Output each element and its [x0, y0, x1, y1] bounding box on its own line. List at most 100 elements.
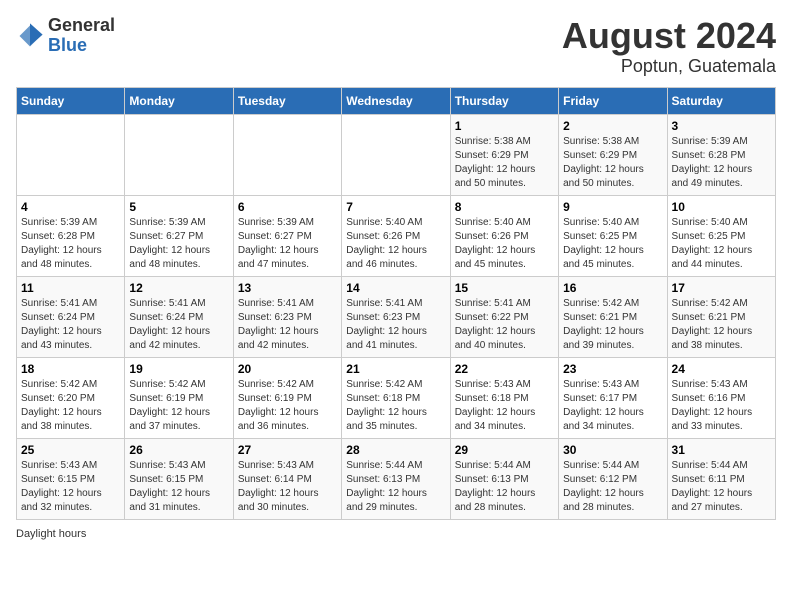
calendar-cell: 18 Sunrise: 5:42 AM Sunset: 6:20 PM Dayli… — [17, 357, 125, 438]
day-number: 16 — [563, 281, 662, 295]
day-number: 10 — [672, 200, 771, 214]
day-header-sunday: Sunday — [17, 87, 125, 114]
day-info: Sunrise: 5:41 AM Sunset: 6:24 PM Dayligh… — [21, 297, 120, 353]
daylight-label: Daylight hours — [16, 528, 86, 540]
calendar-cell: 9 Sunrise: 5:40 AM Sunset: 6:25 PM Daylig… — [559, 195, 667, 276]
calendar-cell: 6Sunrise: 5:39 AM Sunset: 6:27 PM Daylig… — [233, 195, 341, 276]
day-number: 7 — [346, 200, 445, 214]
day-number: 8 — [455, 200, 554, 214]
calendar-cell: 2Sunrise: 5:38 AM Sunset: 6:29 PM Daylig… — [559, 114, 667, 195]
page-header: General Blue August 2024 Poptun, Guatema… — [16, 16, 776, 77]
calendar-cell: 24 Sunrise: 5:43 AM Sunset: 6:16 PM Dayli… — [667, 357, 775, 438]
calendar-cell: 14 Sunrise: 5:41 AM Sunset: 6:23 PM Dayli… — [342, 276, 450, 357]
day-number: 24 — [672, 362, 771, 376]
calendar-cell: 4Sunrise: 5:39 AM Sunset: 6:28 PM Daylig… — [17, 195, 125, 276]
calendar-cell — [233, 114, 341, 195]
calendar-header: SundayMondayTuesdayWednesdayThursdayFrid… — [17, 87, 776, 114]
day-number: 13 — [238, 281, 337, 295]
calendar-cell: 30Sunrise: 5:44 AM Sunset: 6:12 PM Dayli… — [559, 438, 667, 519]
page-title: August 2024 — [562, 16, 776, 56]
calendar-week-4: 18 Sunrise: 5:42 AM Sunset: 6:20 PM Dayli… — [17, 357, 776, 438]
day-info: Sunrise: 5:42 AM Sunset: 6:18 PM Dayligh… — [346, 378, 445, 434]
calendar-cell: 1 Sunrise: 5:38 AM Sunset: 6:29 PM Daylig… — [450, 114, 558, 195]
day-info: Sunrise: 5:40 AM Sunset: 6:25 PM Dayligh… — [563, 216, 662, 272]
day-number: 31 — [672, 443, 771, 457]
day-info: Sunrise: 5:43 AM Sunset: 6:17 PM Dayligh… — [563, 378, 662, 434]
calendar-body: 1 Sunrise: 5:38 AM Sunset: 6:29 PM Daylig… — [17, 114, 776, 519]
day-number: 14 — [346, 281, 445, 295]
day-number: 9 — [563, 200, 662, 214]
day-info: Sunrise: 5:43 AM Sunset: 6:16 PM Dayligh… — [672, 378, 771, 434]
logo-general: General — [48, 16, 115, 36]
calendar-week-3: 11Sunrise: 5:41 AM Sunset: 6:24 PM Dayli… — [17, 276, 776, 357]
day-info: Sunrise: 5:40 AM Sunset: 6:25 PM Dayligh… — [672, 216, 771, 272]
day-number: 30 — [563, 443, 662, 457]
day-number: 17 — [672, 281, 771, 295]
calendar-cell: 21 Sunrise: 5:42 AM Sunset: 6:18 PM Dayli… — [342, 357, 450, 438]
day-info: Sunrise: 5:42 AM Sunset: 6:19 PM Dayligh… — [238, 378, 337, 434]
calendar-cell: 25 Sunrise: 5:43 AM Sunset: 6:15 PM Dayli… — [17, 438, 125, 519]
day-number: 21 — [346, 362, 445, 376]
day-info: Sunrise: 5:39 AM Sunset: 6:28 PM Dayligh… — [672, 135, 771, 191]
logo: General Blue — [16, 16, 115, 56]
logo-blue: Blue — [48, 36, 115, 56]
day-number: 4 — [21, 200, 120, 214]
day-number: 15 — [455, 281, 554, 295]
day-info: Sunrise: 5:41 AM Sunset: 6:23 PM Dayligh… — [238, 297, 337, 353]
calendar-week-2: 4Sunrise: 5:39 AM Sunset: 6:28 PM Daylig… — [17, 195, 776, 276]
calendar-cell: 19Sunrise: 5:42 AM Sunset: 6:19 PM Dayli… — [125, 357, 233, 438]
day-number: 22 — [455, 362, 554, 376]
calendar-cell: 3 Sunrise: 5:39 AM Sunset: 6:28 PM Daylig… — [667, 114, 775, 195]
calendar-cell: 16 Sunrise: 5:42 AM Sunset: 6:21 PM Dayli… — [559, 276, 667, 357]
calendar-cell: 17 Sunrise: 5:42 AM Sunset: 6:21 PM Dayli… — [667, 276, 775, 357]
day-info: Sunrise: 5:41 AM Sunset: 6:23 PM Dayligh… — [346, 297, 445, 353]
calendar-cell: 10 Sunrise: 5:40 AM Sunset: 6:25 PM Dayli… — [667, 195, 775, 276]
day-number: 23 — [563, 362, 662, 376]
calendar-cell: 13 Sunrise: 5:41 AM Sunset: 6:23 PM Dayli… — [233, 276, 341, 357]
logo-icon — [16, 22, 44, 50]
day-info: Sunrise: 5:41 AM Sunset: 6:24 PM Dayligh… — [129, 297, 228, 353]
day-info: Sunrise: 5:43 AM Sunset: 6:15 PM Dayligh… — [129, 459, 228, 515]
day-info: Sunrise: 5:44 AM Sunset: 6:11 PM Dayligh… — [672, 459, 771, 515]
calendar-cell: 22 Sunrise: 5:43 AM Sunset: 6:18 PM Dayli… — [450, 357, 558, 438]
footer-note: Daylight hours — [16, 528, 776, 540]
calendar-cell: 7 Sunrise: 5:40 AM Sunset: 6:26 PM Daylig… — [342, 195, 450, 276]
calendar-cell: 29 Sunrise: 5:44 AM Sunset: 6:13 PM Dayli… — [450, 438, 558, 519]
day-header-wednesday: Wednesday — [342, 87, 450, 114]
day-headers-row: SundayMondayTuesdayWednesdayThursdayFrid… — [17, 87, 776, 114]
day-info: Sunrise: 5:42 AM Sunset: 6:20 PM Dayligh… — [21, 378, 120, 434]
day-number: 3 — [672, 119, 771, 133]
day-info: Sunrise: 5:42 AM Sunset: 6:21 PM Dayligh… — [563, 297, 662, 353]
day-number: 25 — [21, 443, 120, 457]
calendar-cell: 20 Sunrise: 5:42 AM Sunset: 6:19 PM Dayli… — [233, 357, 341, 438]
day-number: 28 — [346, 443, 445, 457]
day-info: Sunrise: 5:43 AM Sunset: 6:15 PM Dayligh… — [21, 459, 120, 515]
calendar-cell — [342, 114, 450, 195]
calendar-cell: 15Sunrise: 5:41 AM Sunset: 6:22 PM Dayli… — [450, 276, 558, 357]
day-info: Sunrise: 5:43 AM Sunset: 6:18 PM Dayligh… — [455, 378, 554, 434]
calendar-cell: 12Sunrise: 5:41 AM Sunset: 6:24 PM Dayli… — [125, 276, 233, 357]
day-number: 29 — [455, 443, 554, 457]
day-header-thursday: Thursday — [450, 87, 558, 114]
day-number: 1 — [455, 119, 554, 133]
day-info: Sunrise: 5:38 AM Sunset: 6:29 PM Dayligh… — [563, 135, 662, 191]
day-number: 27 — [238, 443, 337, 457]
day-info: Sunrise: 5:42 AM Sunset: 6:21 PM Dayligh… — [672, 297, 771, 353]
day-info: Sunrise: 5:38 AM Sunset: 6:29 PM Dayligh… — [455, 135, 554, 191]
day-info: Sunrise: 5:42 AM Sunset: 6:19 PM Dayligh… — [129, 378, 228, 434]
day-header-tuesday: Tuesday — [233, 87, 341, 114]
calendar-cell: 5Sunrise: 5:39 AM Sunset: 6:27 PM Daylig… — [125, 195, 233, 276]
calendar-table: SundayMondayTuesdayWednesdayThursdayFrid… — [16, 87, 776, 520]
day-info: Sunrise: 5:44 AM Sunset: 6:13 PM Dayligh… — [346, 459, 445, 515]
day-header-friday: Friday — [559, 87, 667, 114]
title-block: August 2024 Poptun, Guatemala — [562, 16, 776, 77]
calendar-cell: 27Sunrise: 5:43 AM Sunset: 6:14 PM Dayli… — [233, 438, 341, 519]
day-number: 20 — [238, 362, 337, 376]
day-info: Sunrise: 5:40 AM Sunset: 6:26 PM Dayligh… — [346, 216, 445, 272]
day-number: 5 — [129, 200, 228, 214]
day-number: 18 — [21, 362, 120, 376]
calendar-cell: 28 Sunrise: 5:44 AM Sunset: 6:13 PM Dayli… — [342, 438, 450, 519]
day-info: Sunrise: 5:44 AM Sunset: 6:13 PM Dayligh… — [455, 459, 554, 515]
day-header-saturday: Saturday — [667, 87, 775, 114]
day-number: 26 — [129, 443, 228, 457]
